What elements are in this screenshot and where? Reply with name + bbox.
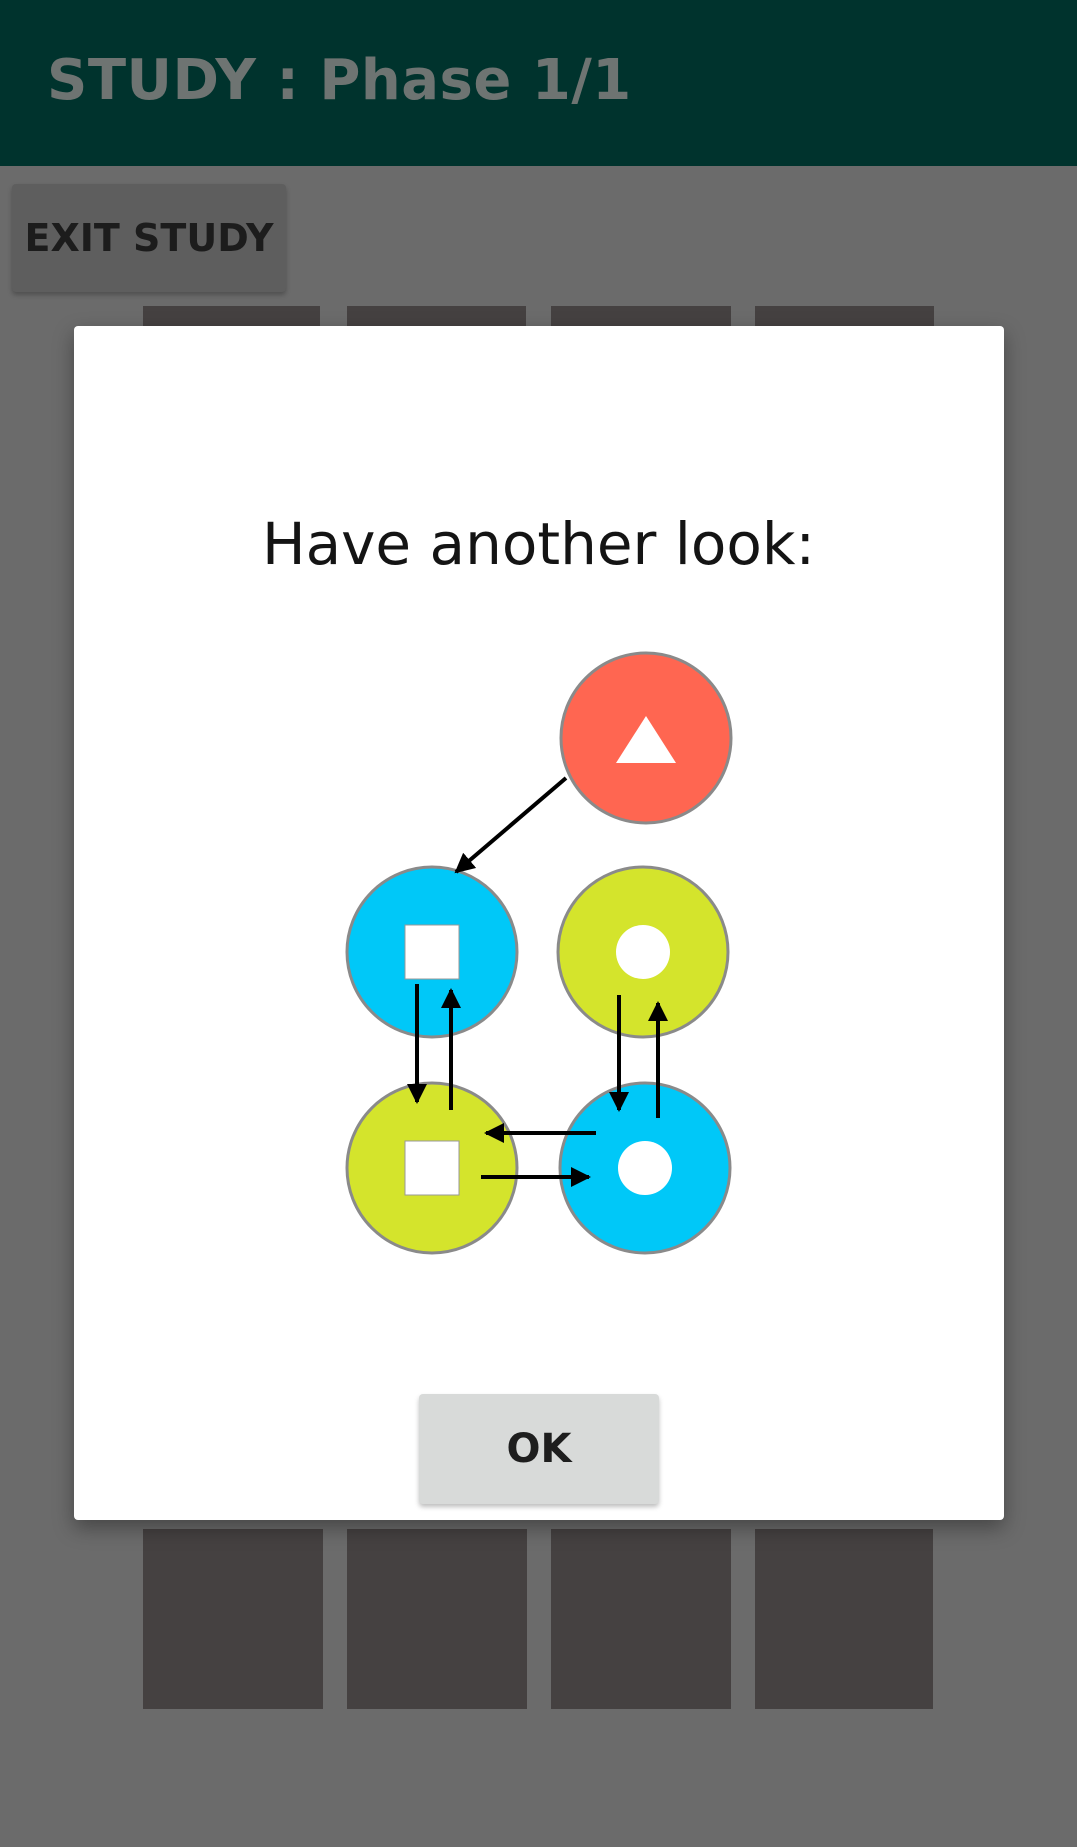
grid-tile[interactable]	[347, 1529, 527, 1709]
square-icon	[404, 1140, 460, 1196]
circle-icon	[616, 925, 670, 979]
ok-button[interactable]: OK	[419, 1394, 659, 1504]
pattern-node-lime-square	[345, 1081, 519, 1255]
grid-tile[interactable]	[551, 1529, 731, 1709]
dialog-title: Have another look:	[261, 510, 816, 578]
pattern-node-blue-square	[345, 865, 519, 1039]
exit-study-button[interactable]: EXIT STUDY	[12, 184, 286, 292]
app-bar-title: STUDY : Phase 1/1	[47, 48, 632, 113]
pattern-node-lime-circle	[556, 865, 730, 1039]
pattern-node-blue-circle	[558, 1081, 732, 1255]
exit-study-label: EXIT STUDY	[24, 216, 274, 260]
pattern-image	[345, 651, 733, 1255]
ok-label: OK	[506, 1426, 572, 1472]
square-icon	[404, 924, 460, 980]
pattern-node-red-triangle	[559, 651, 733, 825]
circle-icon	[618, 1141, 672, 1195]
app-bar: STUDY : Phase 1/1	[0, 0, 1077, 166]
grid-tile[interactable]	[755, 1529, 933, 1709]
grid-tile[interactable]	[143, 1529, 323, 1709]
arrow-icon	[454, 776, 568, 874]
